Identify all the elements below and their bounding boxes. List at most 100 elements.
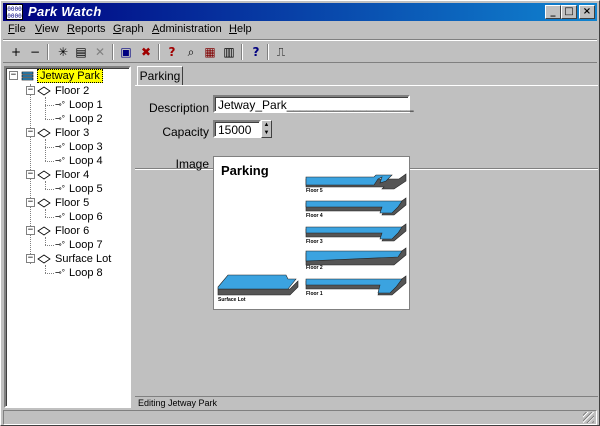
remove-icon[interactable]: − [27,44,43,60]
tree-floor[interactable]: Floor 5 [37,196,91,210]
tree-loop[interactable]: ⊸° Loop 2 [55,112,105,126]
spin-down-icon[interactable]: ▼ [262,129,271,137]
tree-connector [45,119,54,120]
description-field[interactable]: Jetway_Park___________________ [213,95,414,113]
tree-loop[interactable]: ⊸° Loop 1 [55,98,105,112]
minimize-button[interactable]: _ [545,5,561,19]
description-label: Description [148,101,209,115]
tree-floor-label: Floor 3 [55,127,90,139]
collapse-floor-icon[interactable]: − [26,254,35,263]
site-tree[interactable]: − Jetway Park − Floor 2 ⊸° Loop 1 ⊸° Loop … [4,66,131,408]
menu-reports-label: eports [74,23,106,35]
collapse-floor-icon[interactable]: − [26,170,35,179]
tree-loop-label: Loop 5 [69,183,103,195]
floor-icon [37,86,51,96]
tree-connector [45,105,54,106]
tree-loop[interactable]: ⊸° Loop 6 [55,210,105,224]
resize-grip-icon[interactable] [583,412,594,423]
tree-connector [45,209,46,217]
collapse-floor-icon[interactable]: − [26,198,35,207]
collapse-root-icon[interactable]: − [9,71,18,80]
new-item-icon[interactable]: ✳ [55,44,71,60]
tree-loop[interactable]: ⊸° Loop 5 [55,182,105,196]
save-icon[interactable]: ▣ [118,44,134,60]
exit-icon[interactable]: ⎍ [273,44,289,60]
capacity-field[interactable]: 15000 [213,120,261,138]
close-button[interactable]: × [579,5,595,19]
window-title: Park Watch [28,4,102,19]
tree-loop-label: Loop 7 [69,239,103,251]
collapse-floor-icon[interactable]: − [26,86,35,95]
floor-icon [37,198,51,208]
cancel-icon[interactable]: ✖ [138,44,154,60]
tree-floor[interactable]: Floor 6 [37,224,91,238]
tree-floor[interactable]: Floor 3 [37,126,91,140]
tree-root-label: Jetway Park [37,69,103,83]
toolbar-separator [112,44,114,60]
image-label: Image [175,157,209,171]
delete-icon[interactable]: ✕ [92,44,108,60]
tab-parking[interactable]: Parking [137,66,183,86]
menu-reports[interactable]: Reports [67,23,106,35]
tree-connector [45,265,46,273]
toolbar-separator [241,44,243,60]
parking-image: Parking Floor 5 Floor 4 Floor 3 Floor 2 … [213,156,410,310]
toolbar-separator [267,44,269,60]
tree-floor[interactable]: Floor 4 [37,168,91,182]
menu-view[interactable]: View [35,23,59,35]
surface-lot-label: Surface Lot [218,297,246,303]
report-icon[interactable]: ▥ [221,44,237,60]
tree-loop[interactable]: ⊸° Loop 7 [55,238,105,252]
tree-loop[interactable]: ⊸° Loop 3 [55,140,105,154]
tree-floor-label: Surface Lot [55,253,112,265]
tree-loop[interactable]: ⊸° Loop 8 [55,266,105,280]
deck-floor-2 [305,247,407,266]
menu-graph[interactable]: Graph [113,23,144,35]
loop-sensor-icon: ⊸° [55,156,65,165]
search-icon[interactable]: ⌕ [183,44,199,60]
tree-loop-label: Loop 1 [69,99,103,111]
menu-graph-label: raph [121,23,144,35]
tree-floor-label: Floor 2 [55,85,90,97]
add-icon[interactable]: + [8,44,24,60]
title-bar[interactable]: 0000 0000 Park Watch _ □ × [3,3,597,21]
tree-connector [45,189,54,190]
loop-sensor-icon: ⊸° [55,142,65,151]
maximize-button[interactable]: □ [561,5,577,19]
capacity-stepper[interactable]: ▲ ▼ [261,120,272,138]
help-icon[interactable]: ? [248,44,264,60]
tree-connector [45,273,54,274]
collapse-floor-icon[interactable]: − [26,226,35,235]
tree-loop[interactable]: ⊸° Loop 4 [55,154,105,168]
deck-surface-lot [217,274,299,296]
menu-administration[interactable]: Administration [152,23,222,35]
menu-file[interactable]: File [8,23,26,35]
menu-graph-mnemonic: G [113,23,122,35]
loop-sensor-icon: ⊸° [55,100,65,109]
tree-floor-label: Floor 4 [55,169,90,181]
tree-floor[interactable]: Surface Lot [37,252,113,266]
tree-connector [45,217,54,218]
app-icon[interactable]: 0000 0000 [6,4,23,20]
floor-icon [37,128,51,138]
menu-reports-mnemonic: R [67,23,75,35]
find-help-icon[interactable]: ? [164,44,180,60]
tree-root[interactable]: Jetway Park [21,69,103,83]
deck-floor-5 [305,173,407,190]
main-window: 0000 0000 Park Watch _ □ × File View Rep… [0,0,600,426]
toolbar-separator [47,44,49,60]
graph-icon[interactable]: ▦ [202,44,218,60]
collapse-floor-icon[interactable]: − [26,128,35,137]
tree-connector [45,147,54,148]
floor-icon [37,254,51,264]
editing-status: Editing Jetway Park [135,396,598,409]
menu-help[interactable]: Help [229,23,252,35]
tree-floor[interactable]: Floor 2 [37,84,91,98]
loop-sensor-icon: ⊸° [55,212,65,221]
tree-loop-label: Loop 2 [69,113,103,125]
properties-icon[interactable]: ▤ [73,44,89,60]
spin-up-icon[interactable]: ▲ [262,121,271,129]
floor-icon [37,226,51,236]
tree-loop-label: Loop 3 [69,141,103,153]
parking-structure-icon [21,71,35,81]
